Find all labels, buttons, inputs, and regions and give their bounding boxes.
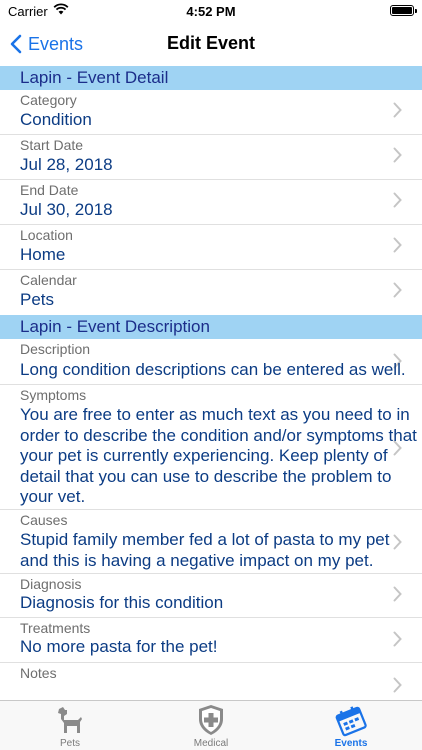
status-bar: Carrier 4:52 PM <box>0 0 422 22</box>
chevron-right-icon <box>393 282 402 303</box>
calendar-label: Calendar <box>20 272 77 288</box>
category-label: Category <box>20 92 77 108</box>
row-calendar[interactable]: Calendar Pets <box>0 270 422 315</box>
tab-pets-label: Pets <box>59 738 80 749</box>
start-date-label: Start Date <box>20 137 84 153</box>
chevron-right-icon <box>393 534 402 555</box>
symptoms-value: You are free to enter as much text as yo… <box>20 405 417 506</box>
dog-icon <box>54 705 86 740</box>
symptoms-label: Symptoms <box>20 387 87 403</box>
medical-shield-icon <box>197 704 225 741</box>
category-value: Condition <box>20 110 92 129</box>
causes-label: Causes <box>20 512 68 528</box>
row-location[interactable]: Location Home <box>0 225 422 270</box>
treatments-value: No more pasta for the pet! <box>20 637 218 656</box>
chevron-right-icon <box>393 631 402 652</box>
end-date-value: Jul 30, 2018 <box>20 200 113 219</box>
chevron-right-icon <box>393 147 402 168</box>
chevron-right-icon <box>393 586 402 607</box>
page-title: Edit Event <box>166 33 255 53</box>
chevron-right-icon <box>393 677 402 698</box>
tab-bar: Pets Medical Events <box>0 700 422 750</box>
row-description[interactable]: Description Long condition descriptions … <box>0 339 422 385</box>
row-end-date[interactable]: End Date Jul 30, 2018 <box>0 180 422 225</box>
chevron-right-icon <box>393 192 402 213</box>
diagnosis-label: Diagnosis <box>20 576 82 592</box>
diagnosis-value: Diagnosis for this condition <box>20 593 224 612</box>
notes-label: Notes <box>20 665 57 681</box>
start-date-value: Jul 28, 2018 <box>20 155 113 174</box>
row-treatments[interactable]: Treatments No more pasta for the pet! <box>0 618 422 663</box>
calendar-value: Pets <box>20 290 55 309</box>
tab-events-label: Events <box>334 738 368 749</box>
location-value: Home <box>20 245 66 264</box>
tab-medical[interactable]: Medical <box>141 703 281 749</box>
row-symptoms[interactable]: Symptoms You are free to enter as much t… <box>0 385 422 510</box>
end-date-label: End Date <box>20 182 79 198</box>
causes-value: Stupid family member fed a lot of pasta … <box>20 530 390 570</box>
status-time: 4:52 PM <box>186 4 236 19</box>
tab-events[interactable]: Events <box>281 703 421 749</box>
section-header-event-description: Lapin - Event Description <box>0 315 422 339</box>
tab-medical-label: Medical <box>193 738 229 749</box>
navigation-bar: Events Edit Event <box>0 22 422 66</box>
chevron-right-icon <box>393 237 402 258</box>
location-label: Location <box>20 227 73 243</box>
battery-icon <box>390 5 417 16</box>
description-value: Long condition descriptions can be enter… <box>20 360 406 379</box>
tab-pets[interactable]: Pets <box>0 703 140 749</box>
treatments-label: Treatments <box>20 620 91 636</box>
chevron-right-icon <box>393 102 402 123</box>
row-causes[interactable]: Causes Stupid family member fed a lot of… <box>0 510 422 574</box>
description-label: Description <box>20 341 91 357</box>
row-diagnosis[interactable]: Diagnosis Diagnosis for this condition <box>0 574 422 618</box>
calendar-icon <box>334 705 368 742</box>
row-notes[interactable]: Notes <box>0 663 422 700</box>
section-header-event-detail: Lapin - Event Detail <box>0 66 422 90</box>
row-start-date[interactable]: Start Date Jul 28, 2018 <box>0 135 422 180</box>
row-category[interactable]: Category Condition <box>0 90 422 135</box>
